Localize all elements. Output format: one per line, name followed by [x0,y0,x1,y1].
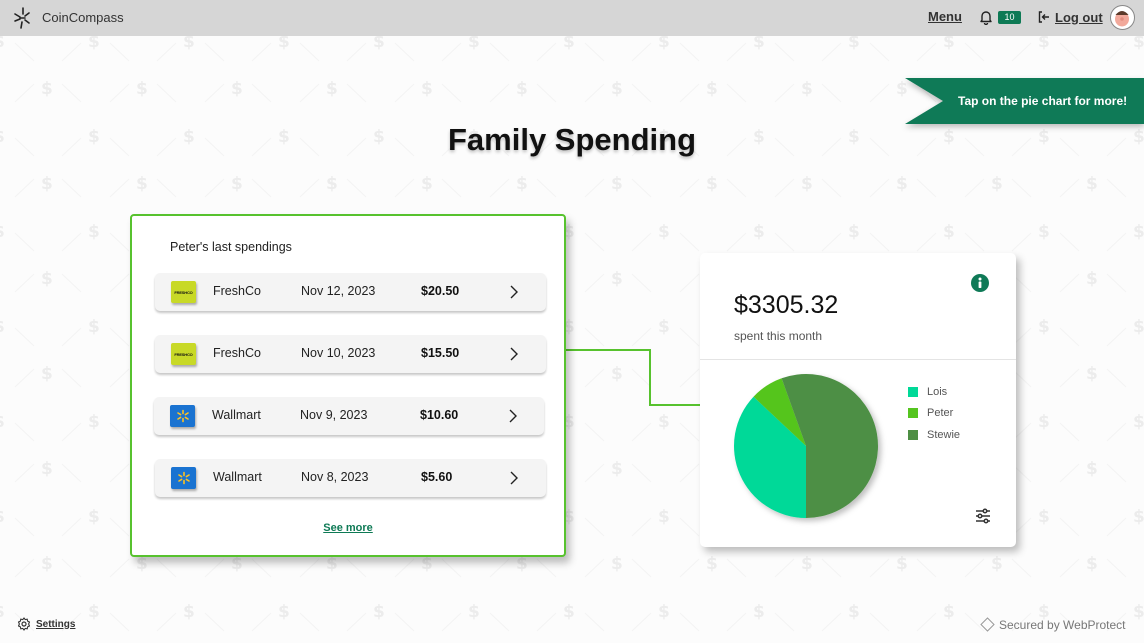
legend-item-peter[interactable]: Peter [908,403,960,425]
transaction-amount: $5.60 [421,470,453,484]
transaction-date: Nov 8, 2023 [301,470,369,484]
freshco-logo-icon: FRESHCO [171,281,196,303]
transaction-amount: $10.60 [420,408,459,422]
avatar-face-icon [1115,11,1129,27]
see-more-link[interactable]: See more [132,522,564,534]
transaction-row[interactable]: Wallmart Nov 9, 2023 $10.60 [154,397,544,435]
page-title: Family Spending [447,122,697,157]
transaction-amount: $20.50 [421,284,460,298]
merchant-name: Wallmart [212,408,261,422]
chart-legend: Lois Peter Stewie [908,381,960,446]
user-avatar[interactable] [1110,5,1135,30]
chevron-right-icon[interactable] [509,471,519,485]
legend-swatch [908,386,918,397]
monthly-summary-card: $3305.32 spent this month Lois Peter Ste… [700,253,1016,547]
chevron-right-icon[interactable] [509,347,519,361]
legend-label: Peter [927,407,954,420]
freshco-logo-icon: FRESHCO [171,343,196,365]
sliders-icon[interactable] [974,507,992,525]
transaction-date: Nov 9, 2023 [300,408,368,422]
gear-icon [17,617,31,631]
transaction-date: Nov 12, 2023 [301,284,376,298]
legend-label: Lois [927,385,948,398]
merchant-name: Wallmart [213,470,262,484]
walmart-logo-icon [170,405,195,427]
legend-item-lois[interactable]: Lois [908,381,960,403]
shield-icon [980,617,995,632]
transaction-row[interactable]: Wallmart Nov 8, 2023 $5.60 [155,459,546,497]
legend-item-stewie[interactable]: Stewie [908,424,960,446]
chevron-right-icon[interactable] [509,285,519,299]
transaction-row[interactable]: FRESHCO FreshCo Nov 10, 2023 $15.50 [155,335,546,373]
settings-link[interactable]: Settings [17,617,75,631]
transaction-amount: $15.50 [421,346,460,360]
legend-swatch [908,408,918,419]
total-spent-amount: $3305.32 [734,291,839,319]
app-title: CoinCompass [42,10,124,25]
total-spent-label: spent this month [734,329,823,343]
hint-banner-text: Tap on the pie chart for more! [958,94,1128,108]
merchant-name: FreshCo [213,284,261,298]
merchant-name: FreshCo [213,346,261,360]
logout-icon[interactable] [1038,10,1050,24]
transaction-row[interactable]: FRESHCO FreshCo Nov 12, 2023 $20.50 [155,273,546,311]
legend-swatch [908,429,918,440]
security-notice: Secured by WebProtect [980,617,1126,632]
settings-label: Settings [36,618,76,630]
legend-label: Stewie [927,428,961,441]
spendings-card: Peter's last spendings FRESHCO FreshCo N… [130,214,566,557]
top-navigation-bar: CoinCompass Menu 10 Log out [0,0,1144,36]
transaction-date: Nov 10, 2023 [301,346,376,360]
chevron-right-icon[interactable] [508,409,518,423]
bell-icon[interactable] [979,9,993,25]
logout-link[interactable]: Log out [1055,10,1103,25]
notification-count-badge[interactable]: 10 [998,11,1021,24]
info-icon[interactable] [971,274,989,292]
spendings-card-title: Peter's last spendings [170,240,292,254]
compass-logo-icon [14,7,30,29]
walmart-logo-icon [171,467,196,489]
spending-pie-chart[interactable] [700,360,1016,547]
menu-link[interactable]: Menu [928,9,962,24]
security-notice-label: Secured by WebProtect [999,617,1126,632]
